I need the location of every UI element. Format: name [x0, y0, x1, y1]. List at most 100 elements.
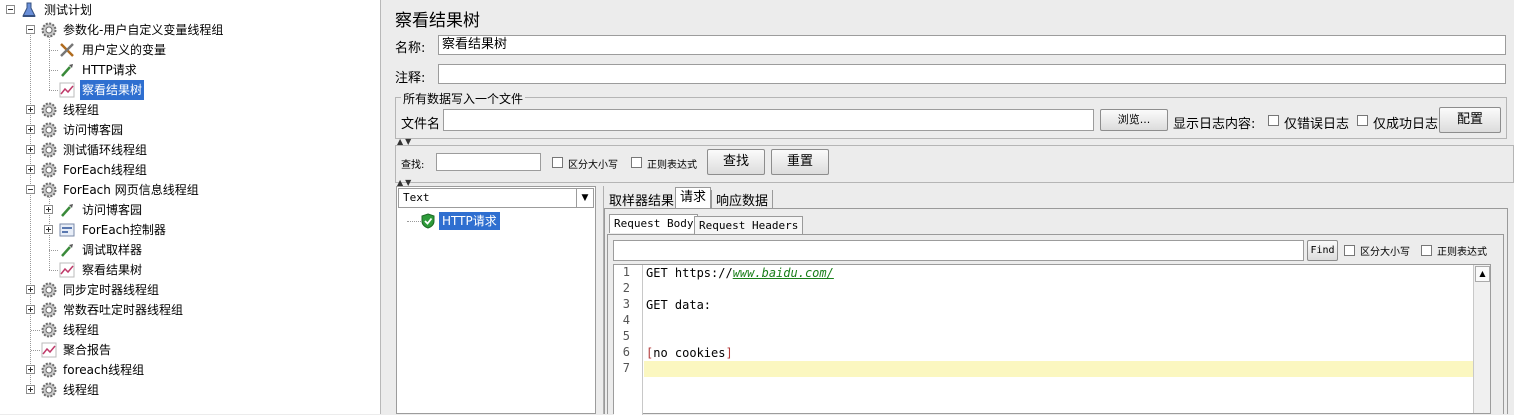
tree-item-label: 同步定时器线程组 [63, 283, 160, 297]
result-item-http-request[interactable]: HTTP请求 [439, 212, 500, 230]
search-input[interactable] [436, 153, 541, 171]
log-content-label: 显示日志内容: [1173, 117, 1256, 132]
body-case-label: 区分大小写 [1360, 247, 1410, 258]
test-plan-tree[interactable]: 测试计划 参数化-用户自定义变量线程组 用户定义的变量 HTTP请求 察看结果树 线程组访… [0, 0, 381, 414]
tree-item[interactable]: 访问博客园 [0, 200, 378, 220]
vertical-scrollbar[interactable]: ▲ [1473, 265, 1490, 413]
body-regex-checkbox[interactable] [1421, 245, 1432, 256]
renderer-select[interactable]: Text ▼ [398, 188, 594, 208]
scroll-up-icon[interactable]: ▲ [1475, 266, 1490, 282]
thread-group-gear-icon [40, 121, 58, 139]
tree-item[interactable]: 调试取样器 [0, 240, 378, 260]
expand-icon[interactable] [26, 305, 35, 314]
find-button[interactable]: 查找 [707, 149, 765, 175]
listener-graph-icon [58, 261, 76, 279]
line-number: 3 [622, 297, 630, 311]
expand-icon[interactable] [26, 105, 35, 114]
comment-field[interactable] [438, 64, 1506, 84]
tree-item-label: 用户定义的变量 [82, 43, 167, 57]
tree-item[interactable]: 线程组 [0, 380, 378, 400]
tree-item[interactable]: 访问博客园 [0, 120, 378, 140]
search-regex-checkbox[interactable] [631, 157, 642, 168]
code-text: GET https://www.baidu.com/ GET data: [no… [646, 265, 1466, 415]
thread-group-gear-icon [40, 21, 58, 39]
tree-item[interactable]: 测试循环线程组 [0, 140, 378, 160]
tree-item[interactable]: 参数化-用户自定义变量线程组 [0, 20, 378, 40]
tree-item[interactable]: 用户定义的变量 [0, 40, 378, 60]
tree-item[interactable]: ForEach控制器 [0, 220, 378, 240]
code-line-6: [no cookies] [646, 346, 733, 360]
name-label: 名称: [395, 41, 426, 56]
tree-item-label: 访问博客园 [63, 123, 124, 137]
tree-item-label: 察看结果树 [80, 80, 145, 100]
chevron-down-icon[interactable]: ▼ [576, 189, 593, 207]
url-link[interactable]: www.baidu.com/ [733, 266, 834, 280]
tree-item-label: 线程组 [63, 103, 100, 117]
body-search-input[interactable] [613, 240, 1304, 261]
subtab-request-body[interactable]: Request Body [609, 214, 699, 233]
tree-item[interactable]: 同步定时器线程组 [0, 280, 378, 300]
thread-group-gear-icon [40, 281, 58, 299]
tree-item-label: 线程组 [63, 323, 100, 337]
page-title: 察看结果树 [395, 11, 480, 31]
tree-item-label: 常数吞吐定时器线程组 [63, 303, 184, 317]
thread-group-gear-icon [40, 141, 58, 159]
tab-sampler-result[interactable]: 取样器结果 [605, 190, 678, 209]
filename-label: 文件名 [401, 117, 441, 132]
tree-item[interactable]: HTTP请求 [0, 60, 378, 80]
expand-icon[interactable] [26, 365, 35, 374]
line-number: 5 [622, 329, 630, 343]
config-tools-icon [58, 41, 76, 59]
line-number: 1 [622, 265, 630, 279]
body-find-button[interactable]: Find [1307, 240, 1338, 261]
errors-only-label: 仅错误日志 [1284, 117, 1350, 132]
filename-field[interactable] [443, 109, 1094, 131]
expand-icon[interactable] [26, 385, 35, 394]
expand-icon[interactable] [26, 125, 35, 134]
collapse-icon[interactable] [26, 185, 35, 194]
tree-item-label: 访问博客园 [82, 203, 143, 217]
tab-response-data[interactable]: 响应数据 [711, 190, 774, 209]
success-only-label: 仅成功日志 [1373, 117, 1439, 132]
expand-icon[interactable] [44, 225, 53, 234]
comment-label: 注释: [395, 71, 426, 86]
errors-only-checkbox[interactable] [1268, 115, 1279, 126]
expand-icon[interactable] [26, 145, 35, 154]
collapse-icon[interactable] [26, 25, 35, 34]
line-number: 7 [622, 361, 630, 375]
tab-request[interactable]: 请求 [675, 187, 712, 210]
configure-button[interactable]: 配置 [1439, 107, 1501, 133]
tree-item[interactable]: ForEach 网页信息线程组 [0, 180, 378, 200]
tree-item-label: ForEach控制器 [82, 223, 166, 237]
tree-item-label: 聚合报告 [63, 343, 112, 357]
tree-item[interactable]: 线程组 [0, 100, 378, 120]
success-only-checkbox[interactable] [1357, 115, 1368, 126]
tree-item[interactable]: 线程组 [0, 320, 378, 340]
tree-item[interactable]: foreach线程组 [0, 360, 378, 380]
browse-button[interactable]: 浏览... [1100, 109, 1168, 131]
reset-button[interactable]: 重置 [771, 149, 829, 175]
search-case-checkbox[interactable] [552, 157, 563, 168]
code-editor[interactable]: 1 2 3 4 5 6 7 GET https://www.baidu.com/… [613, 264, 1491, 415]
tree-item-label: 调试取样器 [82, 243, 143, 257]
tree-item-label: foreach线程组 [63, 363, 145, 377]
search-regex-label: 正则表达式 [647, 160, 697, 171]
tree-item[interactable]: ForEach线程组 [0, 160, 378, 180]
name-field[interactable]: 察看结果树 [438, 35, 1506, 55]
thread-group-gear-icon [40, 381, 58, 399]
expand-icon[interactable] [44, 205, 53, 214]
tree-item[interactable]: 聚合报告 [0, 340, 378, 360]
subtab-request-headers[interactable]: Request Headers [694, 216, 804, 236]
tree-item[interactable]: 测试计划 [0, 0, 378, 20]
body-case-checkbox[interactable] [1344, 245, 1355, 256]
expand-icon[interactable] [26, 165, 35, 174]
thread-group-gear-icon [40, 181, 58, 199]
write-to-file-title: 所有数据写入一个文件 [401, 90, 526, 107]
expand-icon[interactable] [26, 285, 35, 294]
thread-group-gear-icon [40, 321, 58, 339]
tree-item[interactable]: 察看结果树 [0, 80, 378, 100]
tree-item[interactable]: 常数吞吐定时器线程组 [0, 300, 378, 320]
body-regex-label: 正则表达式 [1437, 247, 1487, 258]
tree-item[interactable]: 察看结果树 [0, 260, 378, 280]
collapse-icon[interactable] [6, 5, 15, 14]
